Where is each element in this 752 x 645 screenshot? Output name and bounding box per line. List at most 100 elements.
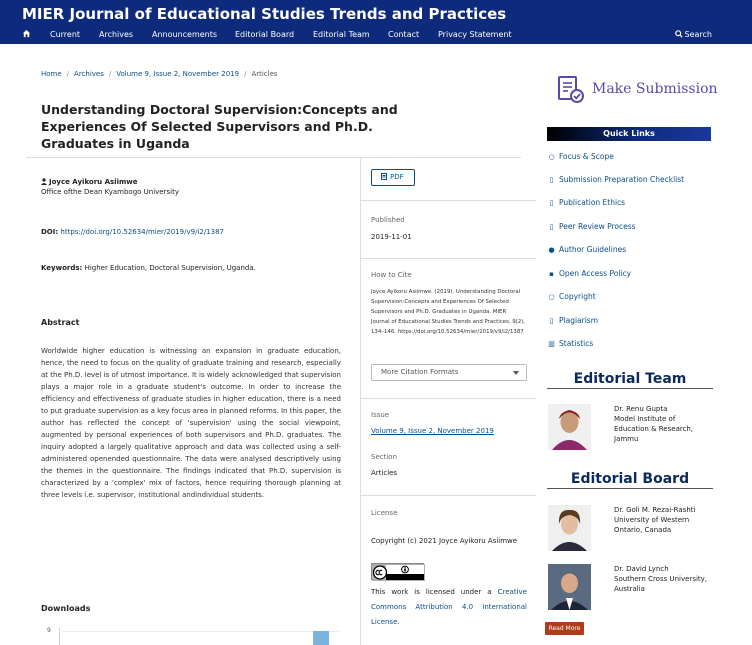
editor-line: Model Institute of [614, 415, 676, 423]
copyright-text: Copyright (c) 2021 Joyce Ayikoru Asiimwe [371, 537, 518, 545]
search-link[interactable]: Search [674, 30, 712, 39]
pdf-label: PDF [390, 173, 404, 181]
cc-by-badge[interactable] [371, 563, 425, 581]
editor-line: Education & Research, [614, 425, 694, 433]
quick-link-plagiarism[interactable]: ▯ Plagiarism [547, 316, 598, 325]
downloads-chart: 9 [41, 624, 341, 645]
chart-axis-tick: 9 [47, 627, 51, 634]
chevron-down-icon [513, 371, 519, 375]
published-date: 2019-11-01 [371, 233, 412, 241]
editor-line: Jammu [614, 435, 639, 443]
read-more-button[interactable]: Read More [545, 622, 584, 635]
license-suffix: . [397, 618, 400, 626]
quick-link-label: Peer Review Process [559, 222, 636, 231]
editor-photo [548, 404, 591, 450]
nav-item-archives[interactable]: Archives [99, 30, 133, 39]
column-divider [360, 158, 361, 645]
nav-item-contact[interactable]: Contact [388, 30, 419, 39]
document-icon: ▯ [549, 199, 554, 207]
license-label: License [371, 509, 398, 517]
citation-formats-dropdown[interactable]: More Citation Formats [371, 364, 527, 381]
quick-link-publication-ethics[interactable]: ▯ Publication Ethics [547, 198, 626, 207]
sitemap-icon: ▪ [549, 270, 554, 278]
breadcrumb-archives[interactable]: Archives [74, 70, 104, 78]
citation-text: Joyce Ayikoru Asiimwe. (2019). Understan… [371, 289, 526, 335]
editorial-team-heading: Editorial Team [547, 371, 713, 389]
editor-line: Dr. Renu Gupta [614, 405, 668, 413]
chart-gridline [59, 631, 339, 632]
divider [361, 398, 536, 399]
keywords-value: Higher Education, Doctoral Supervision, … [84, 264, 256, 272]
section-value: Articles [371, 469, 398, 477]
board-member-line: Ontario, Canada [614, 526, 672, 534]
license-prefix: This work is licensed under a [371, 588, 492, 596]
quick-link-submission-checklist[interactable]: ▯ Submission Preparation Checklist [547, 175, 685, 184]
quick-link-copyright[interactable]: ○ Copyright [547, 292, 596, 301]
document-icon [381, 173, 387, 180]
issue-link[interactable]: Volume 9, Issue 2, November 2019 [371, 427, 494, 435]
home-icon[interactable] [22, 29, 31, 38]
issue-link-text[interactable]: Volume 9, Issue 2, November 2019 [371, 427, 494, 435]
board-member-line: Australia [614, 585, 645, 593]
divider [26, 157, 521, 158]
board-member-line: Dr. Goli M. Rezai-Rashti [614, 506, 696, 514]
board-member-line: Dr. David Lynch [614, 565, 669, 573]
keywords-label: Keywords: [41, 264, 83, 272]
search-icon [674, 30, 683, 38]
document-icon: ▯ [549, 223, 554, 231]
quick-link-label: Focus & Scope [559, 152, 614, 161]
divider [361, 258, 536, 259]
quick-link-label: Statistics [559, 339, 594, 348]
doi-link[interactable]: https://doi.org/10.52634/mier/2019/v9/i2… [60, 228, 224, 236]
circle-icon: ○ [548, 153, 555, 161]
nav-item-editorial-board[interactable]: Editorial Board [235, 30, 294, 39]
creative-commons-icon [372, 564, 425, 581]
breadcrumb-current: Articles [251, 70, 278, 78]
how-to-cite-label: How to Cite [371, 271, 412, 279]
section-label: Section [371, 453, 398, 461]
user-icon [41, 178, 47, 185]
doi-label: DOI: [41, 228, 59, 236]
divider [361, 200, 536, 201]
quick-link-statistics[interactable]: ▥ Statistics [547, 339, 593, 348]
author-name-text: Joyce Ayikoru Asiimwe [49, 178, 138, 186]
circle-icon: ○ [548, 293, 555, 301]
divider [361, 495, 536, 496]
nav-item-editorial-team[interactable]: Editorial Team [313, 30, 370, 39]
breadcrumb: Home / Archives / Volume 9, Issue 2, Novembe… [41, 70, 278, 78]
quick-link-label: Plagiarism [559, 316, 599, 325]
board-member-photo [548, 505, 591, 551]
doi-line: DOI: https://doi.org/10.52634/mier/2019/… [41, 228, 224, 236]
editor-info: Dr. Renu Gupta Model Institute of Educat… [614, 404, 693, 444]
quick-link-label: Copyright [559, 292, 596, 301]
quick-link-focus-scope[interactable]: ○ Focus & Scope [547, 152, 614, 161]
document-icon: ▯ [549, 317, 554, 325]
breadcrumb-issue[interactable]: Volume 9, Issue 2, November 2019 [116, 70, 239, 78]
users-icon: ● [548, 246, 555, 254]
submission-icon [558, 76, 584, 103]
site-title[interactable]: MIER Journal of Educational Studies Tren… [22, 5, 506, 23]
author-name: Joyce Ayikoru Asiimwe [41, 178, 137, 186]
abstract-heading: Abstract [41, 318, 80, 327]
nav-item-privacy-statement[interactable]: Privacy Statement [438, 30, 512, 39]
nav-item-current[interactable]: Current [50, 30, 80, 39]
breadcrumb-separator: / [244, 70, 247, 78]
board-member-info: Dr. David Lynch Southern Cross Universit… [614, 564, 707, 594]
citation-formats-label: More Citation Formats [381, 368, 459, 376]
article-title: Understanding Doctoral Supervision:Conce… [41, 102, 398, 151]
keywords-line: Keywords: Higher Education, Doctoral Sup… [41, 264, 256, 272]
make-submission-label[interactable]: Make Submission [592, 81, 718, 97]
license-text: This work is licensed under a Creative C… [371, 585, 527, 630]
quick-link-label: Open Access Policy [559, 269, 632, 278]
quick-link-author-guidelines[interactable]: ● Author Guidelines [547, 245, 626, 254]
pdf-download-button[interactable]: PDF [371, 169, 415, 186]
breadcrumb-separator: / [108, 70, 112, 78]
breadcrumb-separator: / [66, 70, 70, 78]
editorial-board-heading: Editorial Board [547, 471, 713, 489]
quick-link-label: Submission Preparation Checklist [559, 175, 685, 184]
quick-link-label: Publication Ethics [559, 198, 626, 207]
nav-item-announcements[interactable]: Announcements [152, 30, 217, 39]
quick-link-open-access[interactable]: ▪ Open Access Policy [547, 269, 631, 278]
quick-link-peer-review[interactable]: ▯ Peer Review Process [547, 222, 636, 231]
breadcrumb-home[interactable]: Home [41, 70, 62, 78]
